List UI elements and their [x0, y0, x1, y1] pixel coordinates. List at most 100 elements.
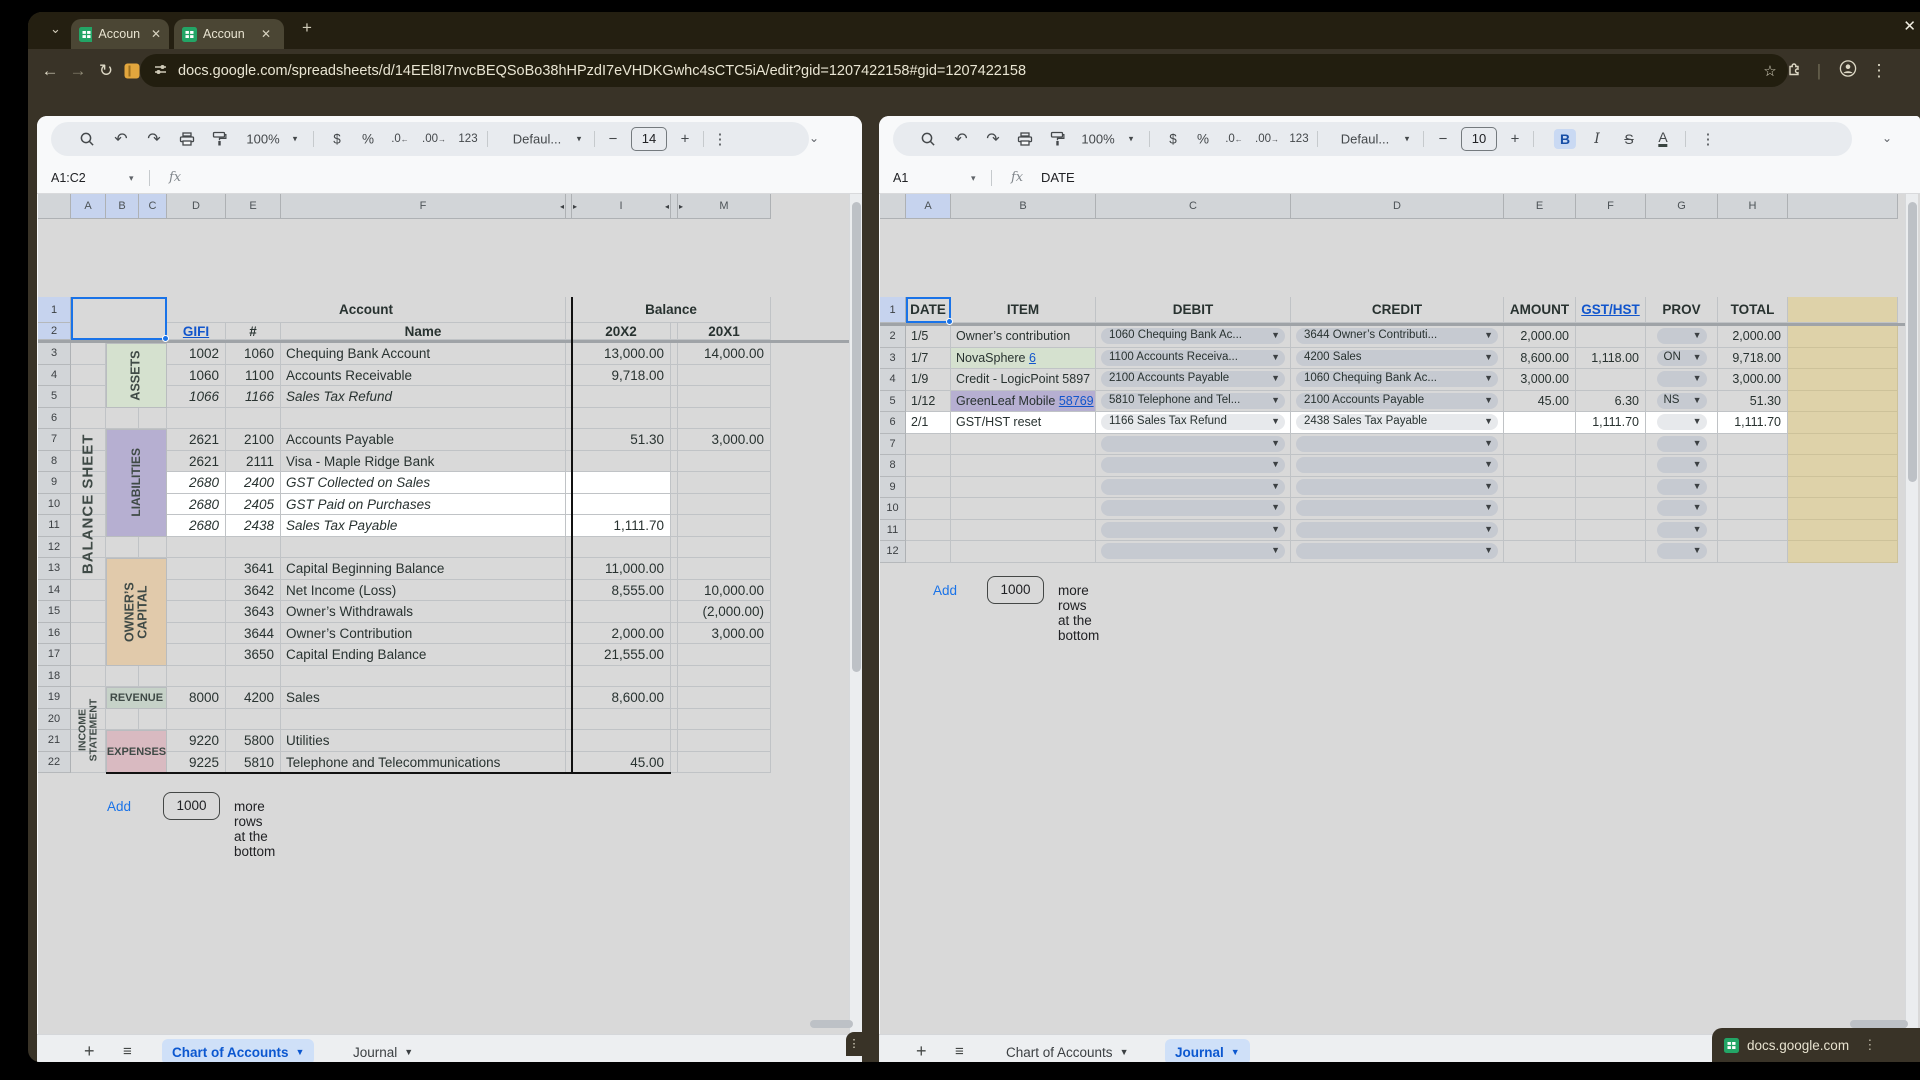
grid-cell[interactable] [139, 709, 167, 731]
sheet-tab-arrow-icon[interactable]: ▼ [1120, 1047, 1129, 1057]
row-header-18[interactable]: 18 [38, 666, 71, 688]
cell-prov[interactable]: ON▼ [1646, 348, 1718, 370]
prov-dropdown[interactable]: ▼ [1657, 414, 1707, 430]
cell-date[interactable]: 2/1 [906, 412, 951, 434]
column-header-M[interactable]: M▸ [678, 194, 771, 219]
grid-cell[interactable] [139, 537, 167, 559]
cell-account-name[interactable]: Net Income (Loss) [281, 580, 566, 602]
cell-account-name[interactable]: Telephone and Telecommunications [281, 752, 566, 774]
browser-tab-2[interactable]: Accoun ✕ [174, 19, 284, 49]
row-header-16[interactable]: 16 [38, 623, 71, 645]
cell-total[interactable]: 2,000.00 [1718, 326, 1788, 348]
name-box[interactable]: A1:C2 [51, 162, 86, 194]
cell-account-name[interactable]: Utilities [281, 730, 566, 752]
tab-close-icon[interactable]: ✕ [261, 27, 271, 41]
cell-total[interactable]: 51.30 [1718, 391, 1788, 413]
cell-gst[interactable] [1576, 520, 1646, 542]
row-header-3[interactable]: 3 [880, 348, 906, 370]
stub[interactable] [671, 666, 678, 688]
sheet-tab-arrow-icon[interactable]: ▼ [404, 1047, 413, 1057]
row-header-6[interactable]: 6 [38, 408, 71, 430]
strikethrough-button[interactable]: S [1624, 131, 1633, 147]
font-select[interactable]: Defaul... [513, 132, 561, 147]
cell-prov[interactable]: ▼ [1646, 434, 1718, 456]
row-header-14[interactable]: 14 [38, 580, 71, 602]
font-select[interactable]: Defaul... [1341, 132, 1389, 147]
stub[interactable] [671, 687, 678, 709]
hide-menus-chevron-icon[interactable]: ⌄ [1882, 131, 1892, 145]
column-header-G[interactable]: G [1646, 194, 1718, 219]
cell-gifi[interactable]: 1060 [167, 365, 226, 387]
cell-20x2-value[interactable]: 51.30 [572, 429, 671, 451]
tan-column-cell[interactable] [1788, 434, 1898, 456]
cell-account-number[interactable]: 3650 [226, 644, 281, 666]
row-header-10[interactable]: 10 [38, 494, 71, 516]
cell-credit[interactable]: 2100 Accounts Payable▼ [1291, 391, 1504, 413]
cell-20x2-value[interactable] [572, 386, 671, 408]
row-header-12[interactable]: 12 [880, 541, 906, 563]
cell-20x2-value[interactable]: 13,000.00 [572, 343, 671, 365]
paint-format-icon[interactable] [1050, 132, 1065, 147]
cell-credit[interactable]: ▼ [1291, 434, 1504, 456]
hidden-cols-icon[interactable]: ▸ [679, 194, 683, 219]
stub[interactable] [671, 386, 678, 408]
stub[interactable] [671, 408, 678, 430]
tan-column-cell[interactable] [1788, 369, 1898, 391]
cell-20x2-value[interactable]: 2,000.00 [572, 623, 671, 645]
name-box-arrow-icon[interactable]: ▾ [129, 162, 134, 194]
cell-gifi[interactable] [167, 558, 226, 580]
row-header-2[interactable]: 2 [880, 326, 906, 348]
format-currency-button[interactable]: $ [333, 132, 341, 147]
stub[interactable] [671, 451, 678, 473]
cell-20x1-value[interactable] [678, 644, 771, 666]
cell-debit[interactable]: ▼ [1096, 541, 1291, 563]
cell-account-number[interactable]: 1100 [226, 365, 281, 387]
cell-total[interactable] [1718, 455, 1788, 477]
grid-cell[interactable] [106, 537, 139, 559]
column-header-E[interactable]: E [226, 194, 281, 219]
stub[interactable] [671, 472, 678, 494]
grid-cell[interactable] [139, 666, 167, 688]
cell-gifi[interactable]: 1002 [167, 343, 226, 365]
cell-account-name[interactable]: GST Collected on Sales [281, 472, 566, 494]
prov-dropdown[interactable]: ▼ [1657, 457, 1707, 473]
cell-20x1-value[interactable] [678, 365, 771, 387]
cell-credit[interactable]: 2438 Sales Tax Payable▼ [1291, 412, 1504, 434]
stub[interactable] [671, 580, 678, 602]
prov-dropdown[interactable]: ▼ [1657, 543, 1707, 559]
cell-amount[interactable]: 2,000.00 [1504, 326, 1576, 348]
left-horizontal-scrollbar[interactable] [810, 1020, 853, 1028]
cell-account-name[interactable]: Accounts Payable [281, 429, 566, 451]
window-close-icon[interactable]: ✕ [1903, 17, 1916, 35]
cell-amount[interactable] [1504, 541, 1576, 563]
cell-20x2-value[interactable] [572, 472, 671, 494]
row-header-12[interactable]: 12 [38, 537, 71, 559]
cell-gifi[interactable]: 2680 [167, 515, 226, 537]
stub[interactable] [671, 537, 678, 559]
sheet-tab-journal[interactable]: Journal▼ [1165, 1039, 1250, 1062]
add-rows-button[interactable]: Add [107, 799, 131, 814]
cell-account-number[interactable]: 2111 [226, 451, 281, 473]
cell-gifi[interactable]: 2621 [167, 429, 226, 451]
format-currency-button[interactable]: $ [1169, 132, 1177, 147]
browser-menu-icon[interactable]: ⋮ [1871, 61, 1888, 81]
cell-gst[interactable] [1576, 455, 1646, 477]
row-header-1[interactable]: 1 [880, 297, 906, 323]
cell-20x1-value[interactable] [678, 558, 771, 580]
column-header-A[interactable]: A [71, 194, 106, 219]
column-header-F[interactable]: F◂ [281, 194, 566, 219]
debit-dropdown[interactable]: ▼ [1101, 436, 1285, 452]
debit-dropdown[interactable]: ▼ [1101, 500, 1285, 516]
cell-credit[interactable]: ▼ [1291, 498, 1504, 520]
cell-debit[interactable]: 1166 Sales Tax Refund▼ [1096, 412, 1291, 434]
text-color-button[interactable]: A [1658, 131, 1667, 147]
column-header-A[interactable]: A [906, 194, 951, 219]
sheet-tab-arrow-icon[interactable]: ▼ [1231, 1047, 1240, 1057]
cell-20x2-value[interactable] [572, 709, 671, 731]
stub[interactable] [671, 429, 678, 451]
cell-amount[interactable] [1504, 455, 1576, 477]
header-account[interactable]: Account [167, 297, 566, 323]
cell-account-name[interactable] [281, 666, 566, 688]
row-header-8[interactable]: 8 [38, 451, 71, 473]
cell-20x2-value[interactable] [572, 408, 671, 430]
